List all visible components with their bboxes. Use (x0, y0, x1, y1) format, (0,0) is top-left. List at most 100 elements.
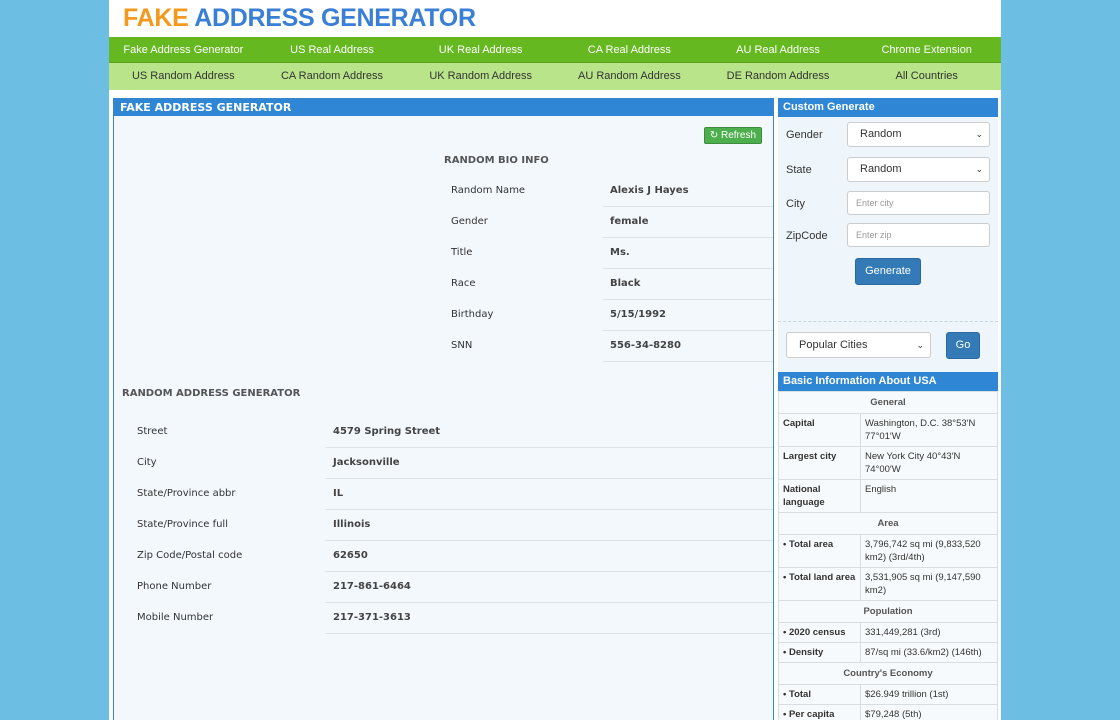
table-row: • Per capita $79,248 (5th) (778, 704, 998, 720)
fact-label: Largest city (778, 446, 861, 480)
bio-value: 5/15/1992 (603, 299, 773, 331)
city-input[interactable]: Enter city (847, 191, 990, 215)
logo-part-rest: ADDRESS GENERATOR (194, 4, 476, 32)
zip-input[interactable]: Enter zip (847, 223, 990, 247)
fact-value: New York City 40°43′N 74°00′W (860, 446, 998, 480)
bio-section-title: RANDOM BIO INFO (444, 155, 549, 166)
nav-chrome-extension[interactable]: Chrome Extension (852, 37, 1001, 62)
primary-nav: Fake Address Generator US Real Address U… (109, 37, 1001, 63)
refresh-icon: ↻ (709, 130, 719, 141)
table-row: SNN 556-34-8280 (444, 330, 773, 362)
nav-all-countries[interactable]: All Countries (852, 63, 1001, 90)
go-button[interactable]: Go (946, 332, 980, 359)
address-value: 217-861-6464 (325, 571, 773, 603)
bio-value: female (603, 206, 773, 238)
nav-uk-real-address[interactable]: UK Real Address (406, 37, 555, 62)
table-row: State/Province full Illinois (122, 509, 773, 541)
refresh-button[interactable]: ↻ Refresh (703, 127, 762, 144)
bio-value: Alexis J Hayes (603, 175, 773, 207)
generate-button[interactable]: Generate (855, 258, 921, 285)
fact-value: 331,449,281 (3rd) (860, 622, 998, 643)
nav-ca-random-address[interactable]: CA Random Address (258, 63, 407, 90)
nav-ca-real-address[interactable]: CA Real Address (555, 37, 704, 62)
table-row: Title Ms. (444, 237, 773, 269)
fact-label: • Total (778, 684, 861, 705)
address-table: Street 4579 Spring Street City Jacksonvill… (122, 416, 773, 634)
table-row: Street 4579 Spring Street (122, 416, 773, 448)
address-label: Zip Code/Postal code (137, 550, 243, 561)
address-label: City (137, 457, 157, 468)
bio-label: Race (451, 278, 476, 289)
group-general: General (778, 391, 998, 414)
table-row: Capital Washington, D.C. 38°53′N 77°01′W (778, 413, 998, 447)
nav-au-random-address[interactable]: AU Random Address (555, 63, 704, 90)
nav-de-random-address[interactable]: DE Random Address (704, 63, 853, 90)
table-row: State/Province abbr IL (122, 478, 773, 510)
sidebar: Custom Generate Gender Random ⌄ State Ra… (778, 98, 998, 720)
zip-label: ZipCode (786, 230, 828, 242)
fact-label: • 2020 census (778, 622, 861, 643)
fact-label: • Total land area (778, 567, 861, 601)
address-value: 62650 (325, 540, 773, 572)
nav-au-real-address[interactable]: AU Real Address (704, 37, 853, 62)
bio-value: Ms. (603, 237, 773, 269)
fact-value: 87/sq mi (33.6/km2) (146th) (860, 642, 998, 663)
table-row: Race Black (444, 268, 773, 300)
table-row: • Total land area 3,531,905 sq mi (9,147,… (778, 567, 998, 601)
table-row: Gender female (444, 206, 773, 238)
site-header: FAKE ADDRESS GENERATOR (109, 0, 1001, 37)
nav-us-real-address[interactable]: US Real Address (258, 37, 407, 62)
address-value: 4579 Spring Street (325, 416, 773, 448)
table-row: Largest city New York City 40°43′N 74°00′… (778, 446, 998, 480)
fact-label: • Total area (778, 534, 861, 568)
popular-cities-value: Popular Cities (799, 339, 868, 351)
site-logo[interactable]: FAKE ADDRESS GENERATOR (123, 4, 476, 33)
generator-panel: FAKE ADDRESS GENERATOR ↻ Refresh RANDOM … (113, 98, 774, 720)
bio-label: Random Name (451, 185, 526, 196)
secondary-nav: US Random Address CA Random Address UK R… (109, 63, 1001, 90)
fact-label: • Per capita (778, 704, 861, 720)
state-label: State (786, 164, 812, 176)
nav-uk-random-address[interactable]: UK Random Address (406, 63, 555, 90)
address-section-title: RANDOM ADDRESS GENERATOR (122, 388, 301, 399)
group-area: Area (778, 512, 998, 535)
state-select-value: Random (860, 163, 902, 175)
fact-value: 3,796,742 sq mi (9,833,520 km2) (3rd/4th… (860, 534, 998, 568)
popular-cities-select[interactable]: Popular Cities ⌄ (786, 332, 931, 358)
page: FAKE ADDRESS GENERATOR Fake Address Gene… (109, 0, 1001, 720)
fact-value: 3,531,905 sq mi (9,147,590 km2) (860, 567, 998, 601)
fact-value: English (860, 479, 998, 513)
popular-cities-bar: Popular Cities ⌄ Go (778, 322, 998, 372)
fact-value: $79,248 (5th) (860, 704, 998, 720)
table-row: Zip Code/Postal code 62650 (122, 540, 773, 572)
usa-info-title: Basic Information About USA (778, 372, 998, 391)
table-row: General (778, 391, 998, 414)
address-label: Phone Number (137, 581, 212, 592)
address-label: State/Province full (137, 519, 228, 530)
custom-generate-form: Gender Random ⌄ State Random ⌄ City Ente… (778, 117, 998, 322)
usa-info-table: General Capital Washington, D.C. 38°53′N … (778, 391, 998, 720)
nav-fake-address-generator[interactable]: Fake Address Generator (109, 37, 258, 62)
bio-label: Gender (451, 216, 488, 227)
group-economy: Country's Economy (778, 662, 998, 685)
fact-value: Washington, D.C. 38°53′N 77°01′W (860, 413, 998, 447)
chevron-down-icon: ⌄ (975, 164, 983, 174)
address-label: Street (137, 426, 168, 437)
gender-select[interactable]: Random ⌄ (847, 122, 990, 147)
address-value: 217-371-3613 (325, 602, 773, 634)
table-row: Area (778, 512, 998, 535)
fact-label: National language (778, 479, 861, 513)
bio-value: Black (603, 268, 773, 300)
panel-title: FAKE ADDRESS GENERATOR (114, 99, 773, 116)
table-row: • Density 87/sq mi (33.6/km2) (146th) (778, 642, 998, 663)
table-row: Population (778, 600, 998, 623)
chevron-down-icon: ⌄ (975, 129, 983, 139)
address-value: Jacksonville (325, 447, 773, 479)
address-value: Illinois (325, 509, 773, 541)
fact-label: • Density (778, 642, 861, 663)
table-row: Mobile Number 217-371-3613 (122, 602, 773, 634)
state-select[interactable]: Random ⌄ (847, 157, 990, 182)
custom-generate-title: Custom Generate (778, 98, 998, 117)
table-row: Birthday 5/15/1992 (444, 299, 773, 331)
nav-us-random-address[interactable]: US Random Address (109, 63, 258, 90)
